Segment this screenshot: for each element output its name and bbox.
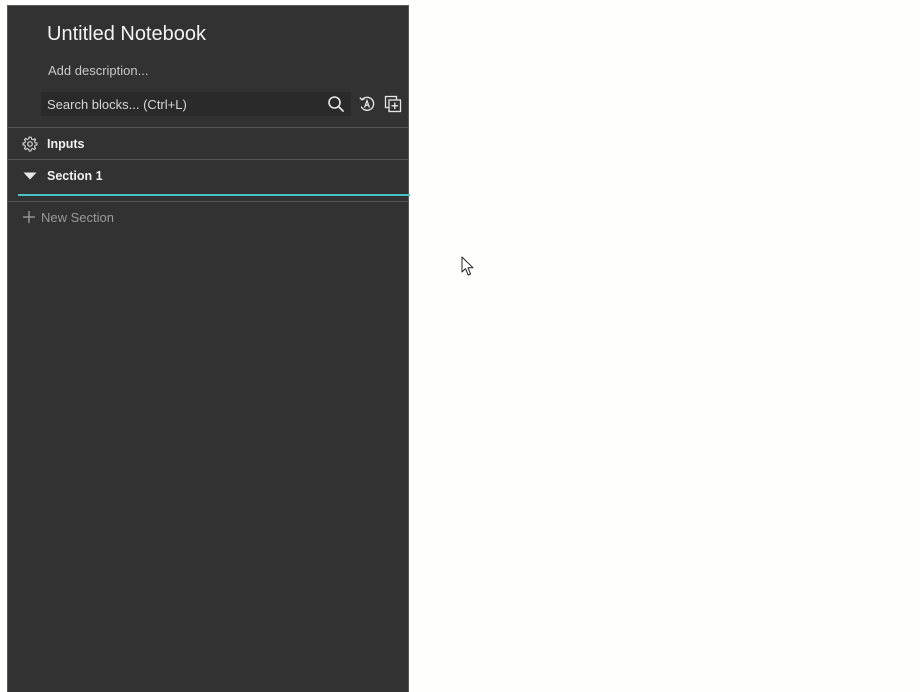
new-section-label: New Section [41,210,114,225]
search-icon[interactable] [327,95,345,113]
search-box [41,92,351,116]
plus-icon [23,211,35,223]
add-block-icon[interactable] [384,95,402,113]
section-inputs[interactable]: Inputs [8,128,408,160]
section-1[interactable]: Section 1 [8,160,408,192]
auto-run-icon[interactable] [358,95,376,113]
search-input[interactable] [41,92,321,116]
gear-icon [22,136,38,152]
section-label[interactable]: Section 1 [47,168,103,184]
section-label: Inputs [47,137,85,151]
notebook-description[interactable]: Add description... [48,63,148,79]
mouse-pointer-icon [461,256,474,276]
caret-down-icon[interactable] [22,168,38,184]
notebook-title[interactable]: Untitled Notebook [47,22,206,46]
divider [8,201,408,202]
notebook-sidebar: Untitled Notebook Add description... Inp… [7,5,410,692]
section-active-underline [18,194,410,196]
